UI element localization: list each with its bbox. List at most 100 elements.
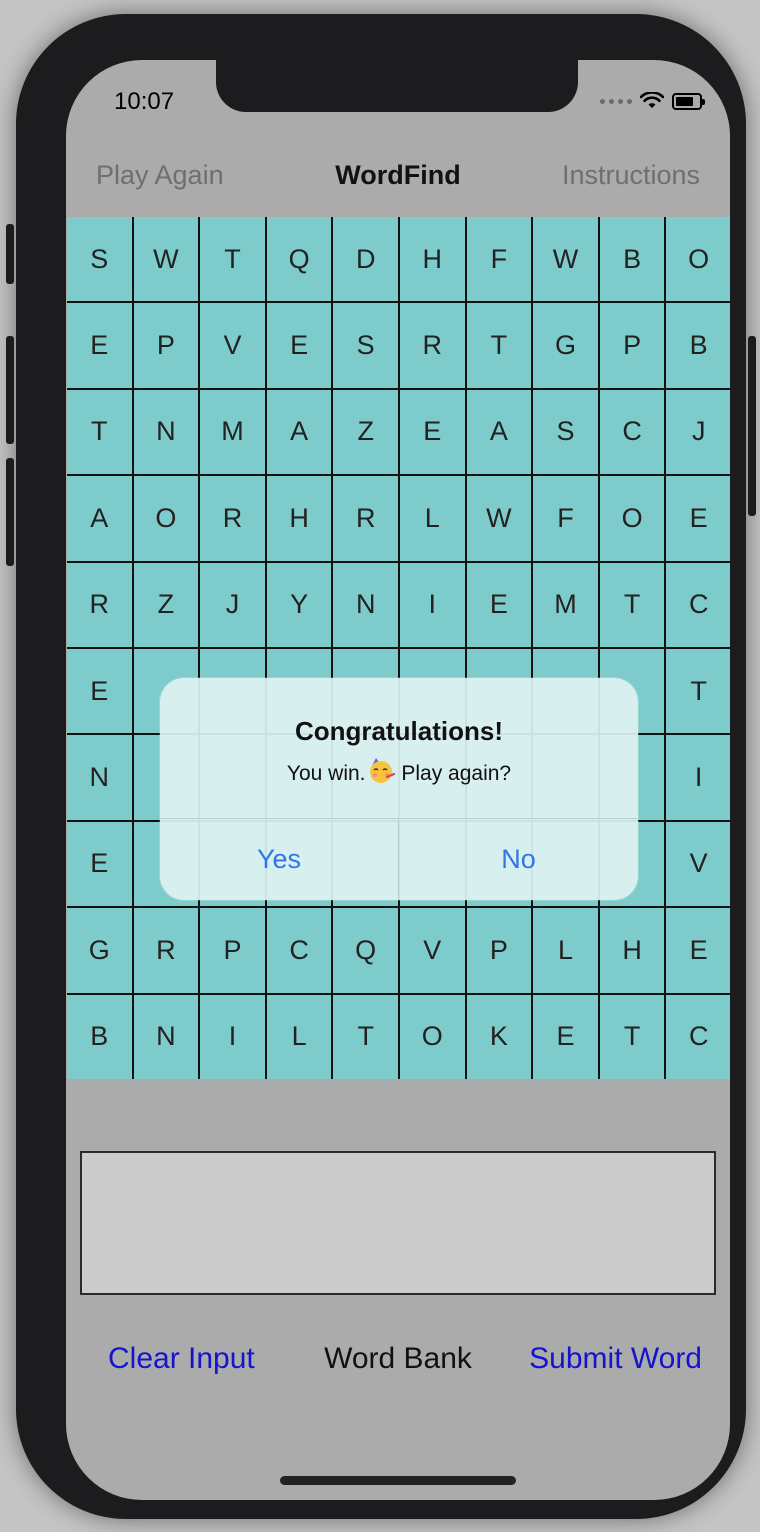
grid-cell[interactable]: Q bbox=[333, 908, 398, 993]
grid-cell[interactable]: G bbox=[533, 303, 598, 388]
grid-cell[interactable]: C bbox=[599, 389, 665, 475]
grid-cell[interactable]: R bbox=[200, 476, 265, 561]
grid-cell[interactable]: Y bbox=[266, 562, 332, 647]
grid-cell[interactable]: N bbox=[133, 994, 199, 1079]
grid-cell[interactable]: T bbox=[333, 994, 398, 1079]
grid-cell[interactable]: O bbox=[399, 994, 465, 1079]
grid-cell[interactable]: F bbox=[466, 217, 532, 302]
status-icons bbox=[600, 92, 705, 110]
grid-cell[interactable]: T bbox=[466, 303, 532, 388]
grid-cell[interactable]: M bbox=[200, 389, 265, 475]
grid-cell[interactable]: E bbox=[67, 303, 132, 388]
grid-cell[interactable]: N bbox=[133, 389, 199, 475]
grid-cell[interactable]: H bbox=[399, 217, 465, 302]
nav-bar: Play Again WordFind Instructions bbox=[66, 156, 730, 200]
submit-word-button[interactable]: Submit Word bbox=[529, 1342, 702, 1376]
grid-cell[interactable]: M bbox=[533, 562, 598, 647]
grid-cell[interactable]: C bbox=[266, 908, 332, 993]
grid-cell[interactable]: E bbox=[666, 908, 730, 993]
grid-cell[interactable]: O bbox=[133, 476, 199, 561]
grid-cell[interactable]: J bbox=[666, 389, 730, 475]
yes-button[interactable]: Yes bbox=[160, 819, 398, 900]
grid-cell[interactable]: S bbox=[67, 217, 132, 302]
grid-cell[interactable]: V bbox=[666, 821, 730, 907]
grid-cell[interactable]: Q bbox=[266, 217, 332, 302]
clear-input-button[interactable]: Clear Input bbox=[108, 1342, 255, 1376]
grid-cell[interactable]: I bbox=[666, 735, 730, 820]
volume-down-button bbox=[6, 458, 14, 566]
grid-cell[interactable]: J bbox=[200, 562, 265, 647]
grid-cell[interactable]: W bbox=[533, 217, 598, 302]
alert-title: Congratulations! bbox=[295, 716, 503, 746]
grid-cell[interactable]: L bbox=[399, 476, 465, 561]
grid-cell[interactable]: C bbox=[666, 562, 730, 647]
grid-cell[interactable]: N bbox=[67, 735, 132, 820]
instructions-button[interactable]: Instructions bbox=[562, 160, 700, 191]
grid-cell[interactable]: E bbox=[266, 303, 332, 388]
signal-dots-icon bbox=[600, 98, 632, 104]
partying-face-icon bbox=[366, 756, 396, 783]
grid-cell[interactable]: P bbox=[599, 303, 665, 388]
phone-frame: 10:07 Play Again WordFind Instructions S… bbox=[6, 14, 756, 1519]
grid-cell[interactable]: R bbox=[399, 303, 465, 388]
play-again-button[interactable]: Play Again bbox=[96, 160, 224, 191]
grid-cell[interactable]: I bbox=[200, 994, 265, 1079]
grid-cell[interactable]: R bbox=[67, 562, 132, 647]
grid-cell[interactable]: O bbox=[599, 476, 665, 561]
grid-cell[interactable]: D bbox=[333, 217, 398, 302]
letter-grid: SWTQDHFWBOEPVESRTGPBTNMAZEASCJAORHRLWFOE… bbox=[67, 217, 730, 1079]
grid-cell[interactable]: V bbox=[399, 908, 465, 993]
notch bbox=[216, 60, 578, 112]
alert-dialog: Congratulations! You win. Play again? Ye… bbox=[160, 678, 638, 900]
grid-cell[interactable]: E bbox=[533, 994, 598, 1079]
grid-cell[interactable]: E bbox=[67, 649, 132, 734]
grid-cell[interactable]: P bbox=[466, 908, 532, 993]
grid-cell[interactable]: E bbox=[466, 562, 532, 647]
grid-cell[interactable]: Z bbox=[333, 389, 398, 475]
grid-cell[interactable]: T bbox=[200, 217, 265, 302]
grid-cell[interactable]: V bbox=[200, 303, 265, 388]
grid-cell[interactable]: R bbox=[133, 908, 199, 993]
grid-cell[interactable]: R bbox=[333, 476, 398, 561]
grid-cell[interactable]: E bbox=[399, 389, 465, 475]
grid-cell[interactable]: L bbox=[533, 908, 598, 993]
grid-cell[interactable]: S bbox=[533, 389, 598, 475]
grid-cell[interactable]: W bbox=[466, 476, 532, 561]
grid-cell[interactable]: A bbox=[266, 389, 332, 475]
grid-cell[interactable]: B bbox=[666, 303, 730, 388]
alert-message: You win. Play again? bbox=[160, 756, 638, 786]
grid-cell[interactable]: L bbox=[266, 994, 332, 1079]
grid-cell[interactable]: T bbox=[666, 649, 730, 734]
grid-cell[interactable]: G bbox=[67, 908, 132, 993]
grid-cell[interactable]: F bbox=[533, 476, 598, 561]
grid-cell[interactable]: W bbox=[133, 217, 199, 302]
grid-cell[interactable]: T bbox=[67, 389, 132, 475]
grid-cell[interactable]: B bbox=[599, 217, 665, 302]
grid-cell[interactable]: T bbox=[599, 994, 665, 1079]
status-time: 10:07 bbox=[114, 88, 175, 115]
grid-cell[interactable]: P bbox=[133, 303, 199, 388]
grid-cell[interactable]: H bbox=[266, 476, 332, 561]
grid-cell[interactable]: E bbox=[666, 476, 730, 561]
grid-cell[interactable]: B bbox=[67, 994, 132, 1079]
battery-icon bbox=[672, 92, 705, 110]
no-button[interactable]: No bbox=[399, 819, 638, 900]
home-indicator[interactable] bbox=[280, 1476, 516, 1485]
grid-cell[interactable]: N bbox=[333, 562, 398, 647]
grid-cell[interactable]: Z bbox=[133, 562, 199, 647]
grid-cell[interactable]: T bbox=[599, 562, 665, 647]
screen: 10:07 Play Again WordFind Instructions S… bbox=[66, 60, 730, 1500]
alert-message-text: You win. bbox=[286, 762, 366, 785]
grid-cell[interactable]: I bbox=[399, 562, 465, 647]
grid-cell[interactable]: E bbox=[67, 821, 132, 907]
word-input[interactable] bbox=[80, 1151, 716, 1295]
grid-cell[interactable]: A bbox=[466, 389, 532, 475]
silent-switch bbox=[6, 224, 14, 284]
grid-cell[interactable]: K bbox=[466, 994, 532, 1079]
grid-cell[interactable]: A bbox=[67, 476, 132, 561]
grid-cell[interactable]: O bbox=[666, 217, 730, 302]
grid-cell[interactable]: C bbox=[666, 994, 730, 1079]
grid-cell[interactable]: P bbox=[200, 908, 265, 993]
grid-cell[interactable]: S bbox=[333, 303, 398, 388]
grid-cell[interactable]: H bbox=[599, 908, 665, 993]
